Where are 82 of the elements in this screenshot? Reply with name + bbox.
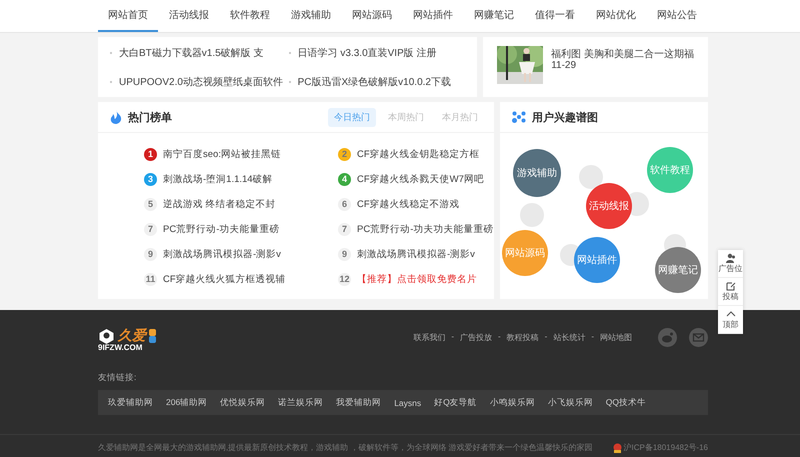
featured-date: 11-29 bbox=[551, 60, 578, 71]
link-separator: - bbox=[498, 332, 501, 343]
link-separator: - bbox=[451, 332, 454, 343]
users-icon bbox=[726, 253, 736, 263]
footer-link[interactable]: 站长统计 bbox=[553, 332, 586, 343]
rank-badge: 2 bbox=[338, 148, 351, 160]
article-link[interactable]: 南宁百度seo:网站被挂黑链 bbox=[163, 148, 281, 160]
nav-tab[interactable]: 网赚笔记 bbox=[464, 0, 524, 32]
article-link[interactable]: 日语学习 v3.3.0直装VIP版 注册 bbox=[288, 46, 437, 60]
nav-tab[interactable]: 网站首页 bbox=[98, 0, 158, 32]
rank-badge: 5 bbox=[144, 198, 157, 210]
featured-title[interactable]: 福利图 美胸和美腿二合一这期福 bbox=[551, 49, 694, 60]
side-tool-label[interactable]: 顶部 bbox=[722, 319, 738, 330]
article-link[interactable]: 刺激战场腾讯模拟器-测影v bbox=[357, 248, 475, 260]
friend-link[interactable]: 优悦娱乐网 bbox=[220, 396, 266, 408]
friend-link[interactable]: 小鸣娱乐网 bbox=[490, 396, 535, 408]
friend-link[interactable]: 诺兰娱乐网 bbox=[278, 396, 324, 408]
rank-badge: 3 bbox=[144, 172, 157, 186]
article-link[interactable]: 大白BT磁力下载器v1.5破解版 支 bbox=[110, 46, 264, 60]
interest-bubble[interactable]: 网赚笔记 bbox=[655, 247, 701, 293]
article-link[interactable]: 【推荐】点击领取免费名片 bbox=[357, 272, 477, 286]
decor-circle bbox=[579, 165, 603, 189]
article-link[interactable]: PC版迅雷X绿色破解版v10.0.2下载 bbox=[288, 74, 451, 88]
article-link[interactable]: CF穿越火线稳定不游戏 bbox=[357, 198, 460, 210]
article-link[interactable]: CF穿越火线杀戮天使W7网吧 bbox=[357, 172, 484, 186]
side-tool-label[interactable]: 投稿 bbox=[722, 291, 738, 302]
article-link[interactable]: CF穿越火线火狐方框透视辅 bbox=[163, 272, 286, 286]
friend-link[interactable]: 206辅助网 bbox=[166, 396, 208, 408]
nav-tab[interactable]: 软件教程 bbox=[220, 0, 280, 32]
interest-bubble[interactable]: 游戏辅助 bbox=[513, 149, 561, 197]
link-separator: - bbox=[544, 332, 548, 343]
rank-badge: 11 bbox=[144, 272, 157, 286]
friend-link[interactable]: Laysns bbox=[394, 398, 422, 408]
section-title: 热门榜单 bbox=[128, 110, 173, 124]
article-link[interactable]: CF穿越火线金钥匙稳定方框 bbox=[357, 148, 480, 160]
nav-tab[interactable]: 网站公告 bbox=[647, 0, 707, 32]
article-link[interactable]: PC荒野行动-功夫功夫能量重磅 bbox=[357, 222, 494, 236]
footer-link[interactable]: 联系我们 bbox=[413, 332, 446, 343]
edit-icon bbox=[726, 281, 736, 291]
flame-icon bbox=[110, 110, 122, 124]
interest-bubble[interactable]: 活动线报 bbox=[586, 183, 632, 229]
rank-badge: 7 bbox=[144, 222, 157, 236]
rank-badge: 1 bbox=[144, 148, 157, 160]
article-link[interactable]: 逆战游戏 终结者稳定不封 bbox=[163, 198, 276, 210]
friend-link[interactable]: 好Q友导航 bbox=[434, 396, 477, 408]
up-icon bbox=[726, 309, 736, 319]
mail-icon[interactable] bbox=[689, 328, 708, 347]
nav-tab[interactable]: 网站源码 bbox=[342, 0, 402, 32]
police-badge-icon bbox=[612, 442, 622, 452]
nav-tab[interactable]: 游戏辅助 bbox=[281, 0, 341, 32]
friend-link[interactable]: QQ技术牛 bbox=[606, 396, 646, 408]
friend-link[interactable]: 小飞娱乐网 bbox=[548, 396, 593, 408]
article-link[interactable]: 刺激战场-堕洞1.1.14破解 bbox=[163, 172, 273, 186]
footer-link[interactable]: 教程投稿 bbox=[506, 332, 539, 343]
friend-link[interactable]: 我爱辅助网 bbox=[336, 396, 382, 408]
rank-badge: 7 bbox=[338, 222, 351, 236]
network-icon bbox=[512, 111, 526, 123]
footer-link[interactable]: 广告投放 bbox=[460, 332, 492, 343]
nav-tab[interactable]: 值得一看 bbox=[525, 0, 585, 32]
footer-link[interactable]: 网站地图 bbox=[600, 332, 632, 343]
rank-badge: 9 bbox=[338, 248, 351, 260]
nav-tab[interactable]: 活动线报 bbox=[159, 0, 219, 32]
link-separator: - bbox=[591, 332, 594, 343]
logo-icon bbox=[98, 328, 115, 344]
rank-badge: 9 bbox=[144, 248, 157, 260]
logo-domain: 9IFZW.COM bbox=[98, 343, 144, 352]
weibo-icon[interactable] bbox=[658, 328, 677, 347]
article-link[interactable]: UPUPOOV2.0动态视频壁纸桌面软件 bbox=[110, 74, 283, 88]
article-link[interactable]: 刺激战场腾讯模拟器-测影v bbox=[163, 248, 281, 260]
side-tool-label[interactable]: 广告位 bbox=[718, 263, 742, 274]
nav-tab[interactable]: 网站插件 bbox=[403, 0, 463, 32]
copyright-text: 久爱辅助网是全网最大的游戏辅助网,提供最新原创技术教程，游戏辅助 ，破解软件等，为全球网络 游戏爱好者带来一个绿色温馨快乐的家园 bbox=[98, 442, 593, 453]
rank-badge: 4 bbox=[338, 172, 351, 186]
section-title: 用户兴趣谱图 bbox=[532, 110, 599, 124]
rank-badge: 6 bbox=[338, 198, 351, 210]
nav-tab[interactable]: 网站优化 bbox=[586, 0, 646, 32]
article-link[interactable]: PC荒野行动-功夫能量重磅 bbox=[163, 222, 280, 236]
friends-label: 友情链接: bbox=[98, 372, 138, 384]
logo-badge-icon bbox=[149, 329, 156, 343]
rank-badge: 12 bbox=[338, 272, 351, 286]
friend-link[interactable]: 玖爱辅助网 bbox=[108, 396, 153, 408]
logo-text: 久爱 bbox=[118, 327, 146, 344]
